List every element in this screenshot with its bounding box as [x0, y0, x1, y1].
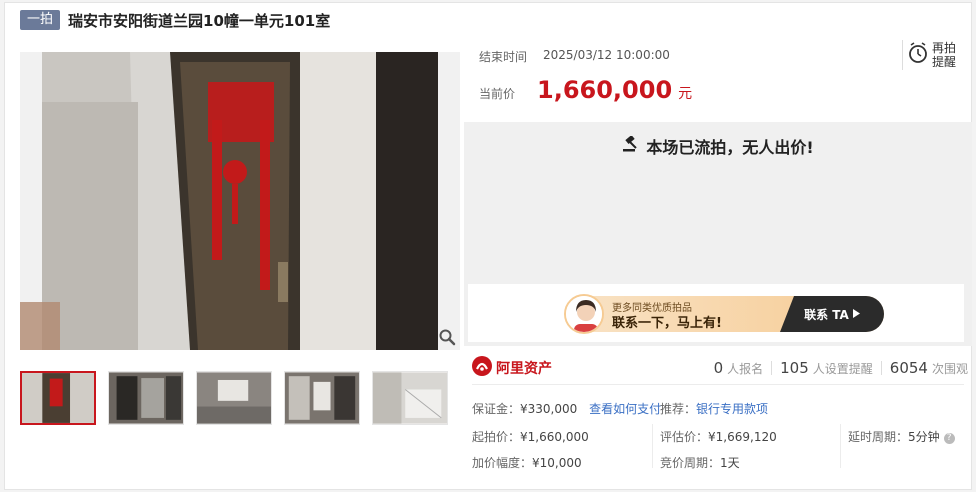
play-arrow-icon	[852, 307, 860, 321]
thumbnail-4[interactable]	[284, 371, 360, 425]
status-text: 本场已流拍，无人出价!	[646, 138, 814, 157]
price-row: 当前价 1,660,000 元	[479, 76, 692, 104]
end-time-value: 2025/03/12 10:00:00	[543, 48, 670, 62]
price-value: 1,660,000	[537, 76, 673, 104]
recommend-label: 推荐：	[660, 402, 697, 416]
deposit-label: 保证金：	[472, 402, 521, 416]
remind-label-line1: 再拍	[932, 41, 957, 55]
auction-info: 结束时间 2025/03/12 10:00:00 当前价 1,660,000 元…	[464, 40, 964, 120]
delay-label: 延时周期：	[848, 430, 909, 444]
reminder-count: 105	[780, 359, 809, 377]
help-icon[interactable]: ?	[943, 433, 955, 444]
signup-count: 0	[713, 359, 724, 377]
remind-button[interactable]: 再拍 提醒	[902, 40, 964, 70]
view-label: 次围观	[931, 362, 968, 376]
brand-name: 阿里资产	[496, 361, 552, 377]
alarm-clock-icon	[908, 42, 928, 68]
auction-stats: 0 人报名 105 人设置提醒 6054 次围观	[714, 359, 968, 377]
remind-divider	[902, 40, 903, 70]
recommend-row: 推荐：银行专用款项	[660, 400, 768, 417]
view-count: 6054	[889, 359, 928, 377]
zoom-icon[interactable]	[438, 328, 456, 346]
appraisal-row: 评估价：¥1,669,120	[660, 428, 777, 445]
start-price-value: ¥1,660,000	[520, 430, 589, 444]
stats-divider	[771, 361, 773, 375]
reminder-label: 人设置提醒	[812, 362, 873, 376]
signup-label: 人报名	[727, 362, 764, 376]
increment-label: 加价幅度：	[472, 456, 533, 470]
delay-value: 5分钟	[908, 430, 940, 444]
promo-title: 联系一下，马上有!	[612, 316, 722, 331]
avatar	[564, 294, 604, 334]
thumbnail-strip	[20, 371, 460, 425]
thumbnail-3[interactable]	[196, 371, 273, 425]
remind-label: 再拍 提醒	[932, 41, 956, 69]
bid-period-row: 竞价周期：1天	[660, 454, 740, 471]
round-tag: 一拍	[20, 10, 61, 30]
contact-ta-label: 联系 TA	[804, 307, 849, 322]
status-message: 本场已流拍，无人出价!	[464, 134, 972, 158]
deposit-value: ¥330,000	[520, 402, 578, 416]
column-divider	[840, 424, 841, 468]
appraisal-value: ¥1,669,120	[708, 430, 777, 444]
status-panel: 本场已流拍，无人出价! 更多同类优质拍品 联系一下，马上有! 联系 TA	[464, 122, 972, 346]
end-time-row: 结束时间 2025/03/12 10:00:00	[479, 48, 670, 65]
promo-banner: 更多同类优质拍品 联系一下，马上有! 联系 TA	[468, 284, 964, 342]
price-unit: 元	[678, 86, 693, 102]
page-title: 瑞安市安阳街道兰园10幢一单元101室	[68, 11, 331, 30]
end-time-label: 结束时间	[479, 50, 528, 64]
deposit-row: 保证金：¥330,000 查看如何支付	[472, 400, 661, 417]
bid-period-label: 竞价周期：	[660, 456, 721, 470]
ali-asset-logo-icon	[472, 356, 492, 380]
title-row: 一拍 瑞安市安阳街道兰园10幢一单元101室	[20, 8, 330, 32]
promo-contact-bar[interactable]: 更多同类优质拍品 联系一下，马上有! 联系 TA	[564, 294, 884, 334]
increment-row: 加价幅度：¥10,000	[472, 454, 582, 471]
how-to-pay-link[interactable]: 查看如何支付	[589, 402, 661, 416]
price-label: 当前价	[479, 87, 516, 101]
thumbnail-1[interactable]	[20, 371, 97, 425]
gavel-icon	[622, 135, 640, 156]
bank-payment-link[interactable]: 银行专用款项	[696, 402, 768, 416]
appraisal-label: 评估价：	[660, 430, 709, 444]
column-divider	[652, 424, 653, 468]
divider	[472, 384, 964, 385]
main-photo[interactable]	[20, 52, 460, 350]
thumbnail-2[interactable]	[108, 371, 185, 425]
contact-ta-button[interactable]: 联系 TA	[780, 296, 884, 332]
start-price-label: 起拍价：	[472, 430, 521, 444]
brand-logo: 阿里资产	[472, 356, 552, 380]
increment-value: ¥10,000	[532, 456, 582, 470]
remind-label-line2: 提醒	[932, 55, 957, 69]
start-price-row: 起拍价：¥1,660,000	[472, 428, 589, 445]
thumbnail-5[interactable]	[372, 371, 448, 425]
stats-divider	[880, 361, 882, 375]
bid-period-value: 1天	[720, 456, 740, 470]
door-photo-image	[20, 52, 460, 350]
delay-row: 延时周期：5分钟?	[848, 428, 955, 445]
